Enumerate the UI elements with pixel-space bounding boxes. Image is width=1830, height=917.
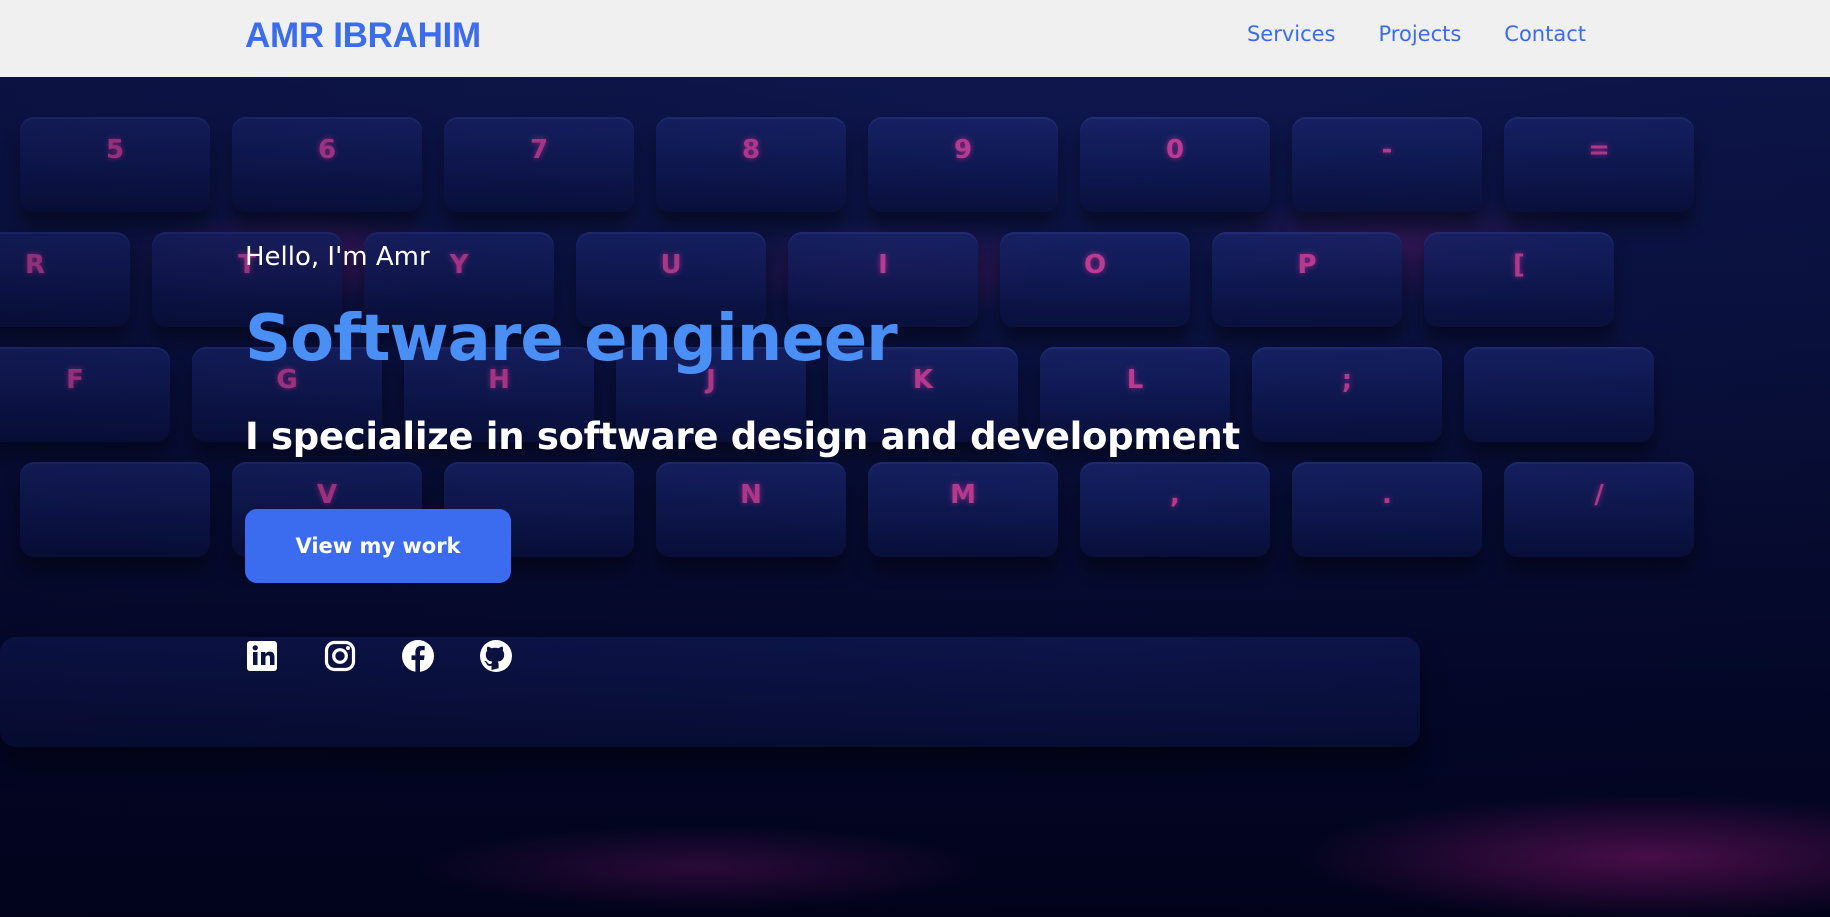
view-my-work-button[interactable]: View my work — [245, 509, 511, 583]
instagram-icon[interactable] — [323, 639, 357, 673]
linkedin-icon[interactable] — [245, 639, 279, 673]
nav-links: Services Projects Contact — [1247, 22, 1586, 46]
hero-overlay — [0, 77, 1830, 917]
navbar: AMR IBRAHIM Services Projects Contact — [0, 0, 1830, 77]
hero-section: 5 6 7 8 9 0 - = R T Y U I O P [ F G H J … — [0, 77, 1830, 917]
brand-logo[interactable]: AMR IBRAHIM — [245, 16, 481, 56]
nav-link-projects[interactable]: Projects — [1379, 22, 1462, 46]
hero-greeting: Hello, I'm Amr — [245, 242, 430, 272]
hero-title: Software engineer — [245, 302, 898, 376]
nav-link-services[interactable]: Services — [1247, 22, 1336, 46]
nav-link-contact[interactable]: Contact — [1504, 22, 1586, 46]
facebook-icon[interactable] — [401, 639, 435, 673]
hero-tagline: I specialize in software design and deve… — [245, 415, 1240, 458]
github-icon[interactable] — [479, 639, 513, 673]
social-links — [245, 639, 513, 673]
